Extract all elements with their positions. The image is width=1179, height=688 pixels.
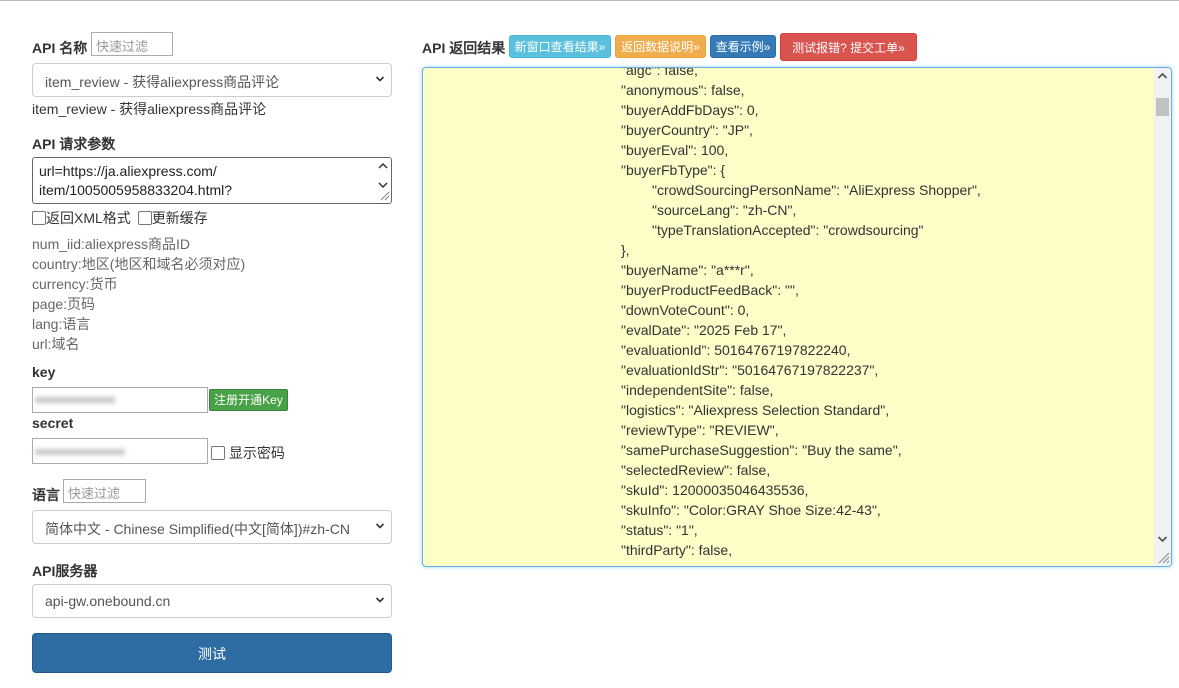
cache-label: 更新缓存 — [151, 210, 208, 226]
return-desc-button[interactable]: 返回数据说明» — [615, 35, 706, 58]
param-desc-5: url:域名 — [32, 336, 80, 352]
api-name-label: API 名称 — [32, 40, 88, 56]
param-desc-4: lang:语言 — [32, 316, 91, 332]
xml-checkbox[interactable] — [32, 211, 46, 225]
server-select[interactable]: api-gw.onebound.cn — [32, 584, 392, 618]
params-line-1: url=https://ja.aliexpress.com/ — [39, 163, 217, 179]
chevron-down-icon — [375, 597, 385, 603]
api-name-text: item_review - 获得aliexpress商品评论 — [32, 101, 267, 117]
result-line: "evaluationIdStr": "50164767197822237", — [621, 362, 879, 378]
result-line: "skuId": 12000035046435536, — [621, 482, 809, 498]
server-label: API服务器 — [32, 563, 98, 579]
result-line: "buyerAddFbDays": 0, — [621, 102, 759, 118]
result-line: "status": "1", — [621, 522, 698, 538]
api-select-value: item_review - 获得aliexpress商品评论 — [45, 74, 280, 90]
top-divider — [0, 0, 1179, 1]
cache-checkbox[interactable] — [137, 211, 152, 225]
result-line: "selectedReview": false, — [621, 462, 771, 478]
scroll-up-icon[interactable] — [1157, 71, 1168, 81]
param-desc-2: currency:货币 — [32, 276, 118, 292]
show-password-row: 显示密码 — [211, 443, 285, 463]
result-line: "skuInfo": "Color:GRAY Shoe Size:42-43", — [621, 502, 881, 518]
resize-grip-icon[interactable] — [1156, 550, 1170, 564]
show-password-checkbox[interactable] — [211, 446, 225, 460]
result-line: "sourceLang": "zh-CN", — [652, 202, 797, 218]
lang-select-value: 简体中文 - Chinese Simplified(中文[简体])#zh-CN — [45, 521, 350, 537]
result-line: "buyerFbType": { — [621, 162, 726, 178]
key-label: key — [32, 364, 56, 380]
test-button[interactable]: 测试 — [32, 633, 392, 673]
params-label: API 请求参数 — [32, 136, 116, 152]
secret-label: secret — [32, 415, 74, 431]
result-line: "reviewType": "REVIEW", — [621, 422, 779, 438]
scroll-thumb[interactable] — [1156, 98, 1169, 116]
xml-label: 返回XML格式 — [46, 210, 131, 226]
result-line: }, — [621, 242, 630, 258]
result-line: "anonymous": false, — [621, 82, 745, 98]
result-line: "evalDate": "2025 Feb 17", — [621, 322, 787, 338]
register-key-button[interactable]: 注册开通Key — [209, 389, 288, 411]
textarea-scrollbar[interactable] — [376, 159, 390, 202]
options-row: 返回XML格式 更新缓存 — [32, 208, 208, 228]
result-line: "buyerEval": 100, — [621, 142, 729, 158]
lang-filter-input[interactable]: 快速过滤 — [63, 479, 146, 503]
scroll-down-icon[interactable] — [1157, 534, 1168, 544]
result-line: "crowdSourcingPersonName": "AliExpress S… — [652, 182, 981, 198]
result-line: "samePurchaseSuggestion": "Buy the same"… — [621, 442, 902, 458]
result-textarea[interactable]: "aigc": false, "anonymous": false, "buyerA… — [422, 67, 1172, 567]
report-button[interactable]: 测试报错? 提交工单» — [780, 33, 917, 61]
result-line: "buyerCountry": "JP", — [621, 122, 753, 138]
lang-select[interactable]: 简体中文 - Chinese Simplified(中文[简体])#zh-CN — [32, 510, 392, 544]
new-window-button[interactable]: 新窗口查看结果» — [509, 35, 611, 58]
result-line: "independentSite": false, — [621, 382, 774, 398]
result-line: "buyerProductFeedBack": "", — [621, 282, 799, 298]
result-line: "thirdParty": false, — [621, 542, 733, 558]
api-filter-input[interactable]: 快速过滤 — [91, 32, 173, 56]
server-select-value: api-gw.onebound.cn — [45, 593, 171, 609]
param-desc-0: num_iid:aliexpress商品ID — [32, 236, 190, 252]
result-line: "downVoteCount": 0, — [621, 302, 750, 318]
redacted-key — [35, 397, 115, 403]
result-line: "typeTranslationAccepted": "crowdsourcin… — [652, 222, 924, 238]
result-label: API 返回结果 — [422, 40, 506, 56]
result-line: "logistics": "Aliexpress Selection Stand… — [621, 402, 890, 418]
params-textarea[interactable]: url=https://ja.aliexpress.com/ item/1005… — [32, 157, 392, 204]
redacted-secret — [35, 449, 125, 455]
secret-input[interactable] — [32, 438, 208, 464]
params-line-2: item/1005005958833204.html? — [39, 182, 233, 198]
lang-label: 语言 — [32, 487, 60, 503]
api-select[interactable]: item_review - 获得aliexpress商品评论 — [32, 63, 392, 97]
result-line: "evaluationId": 50164767197822240, — [621, 342, 851, 358]
chevron-down-icon — [375, 76, 385, 82]
result-scrollbar[interactable] — [1154, 68, 1171, 566]
param-desc-3: page:页码 — [32, 296, 96, 312]
result-line: "buyerName": "a***r", — [621, 262, 754, 278]
show-password-label: 显示密码 — [228, 445, 285, 461]
example-button[interactable]: 查看示例» — [710, 35, 776, 58]
chevron-down-icon — [375, 523, 385, 529]
key-input[interactable] — [32, 387, 208, 413]
param-desc-1: country:地区(地区和域名必须对应) — [32, 256, 246, 272]
result-line: "aigc": false, — [621, 67, 698, 78]
